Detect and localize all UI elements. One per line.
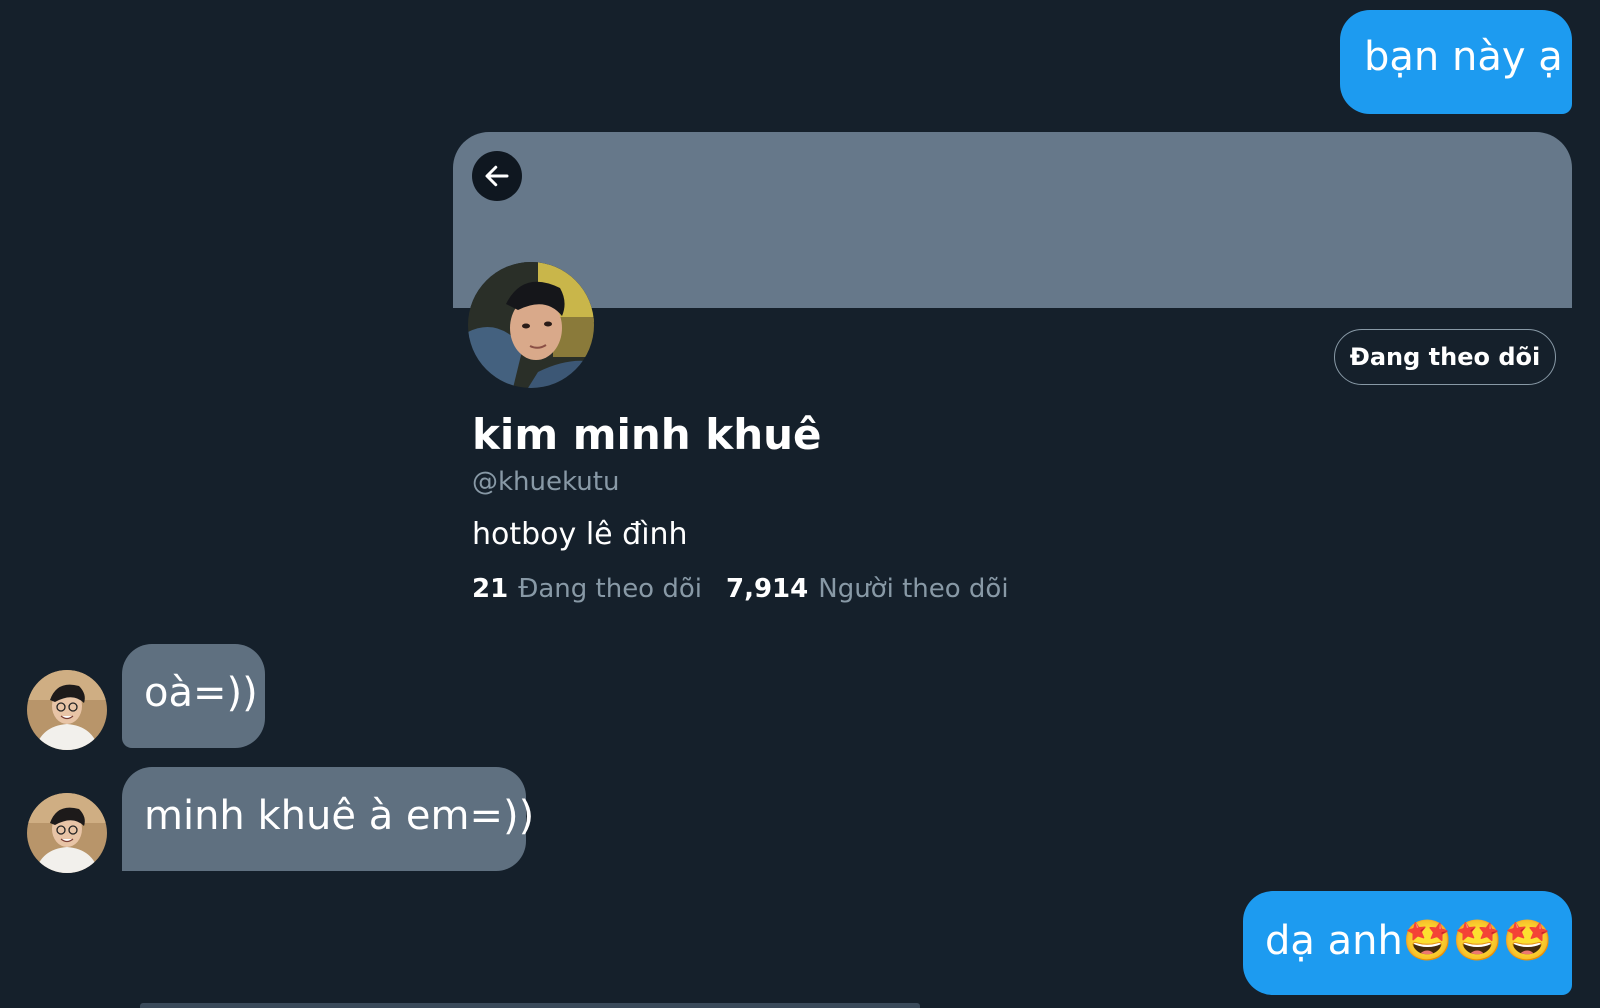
followers-label: Người theo dõi [818,574,1009,604]
following-count: 21 [472,574,509,604]
message-text: bạn này ạ [1364,34,1563,80]
profile-avatar[interactable] [468,262,594,388]
message-text: minh khuê à em=)) [144,793,535,839]
sender-avatar[interactable] [27,670,107,750]
followers-count: 7,914 [726,574,809,604]
sent-message-bubble[interactable]: bạn này ạ [1340,10,1572,114]
message-text: oà=)) [144,670,258,716]
conversation-screen: bạn này ạ Đang theo dõi kim minh khuê @k… [0,0,1600,1008]
profile-handle: @khuekutu [472,467,620,497]
following-button[interactable]: Đang theo dõi [1334,329,1556,385]
followers-stat[interactable]: 7,914 Người theo dõi [726,574,1009,604]
back-button[interactable] [472,151,522,201]
profile-bio: hotboy lê đình [472,517,688,552]
sender-avatar[interactable] [27,793,107,873]
shared-profile-card[interactable]: Đang theo dõi kim minh khuê @khuekutu ho… [453,132,1572,632]
next-card-edge [140,1003,920,1008]
following-button-label: Đang theo dõi [1349,343,1541,371]
following-label: Đang theo dõi [518,574,702,604]
arrow-left-icon [485,165,509,187]
received-message-bubble[interactable]: oà=)) [122,644,265,748]
message-text: dạ anh🤩🤩🤩 [1265,918,1553,964]
following-stat[interactable]: 21 Đang theo dõi [472,574,702,604]
sent-message-bubble[interactable]: dạ anh🤩🤩🤩 [1243,891,1572,995]
profile-banner [453,132,1572,308]
profile-display-name: kim minh khuê [472,410,822,459]
received-message-bubble[interactable]: minh khuê à em=)) [122,767,534,871]
profile-stats: 21 Đang theo dõi 7,914 Người theo dõi [472,574,1023,604]
